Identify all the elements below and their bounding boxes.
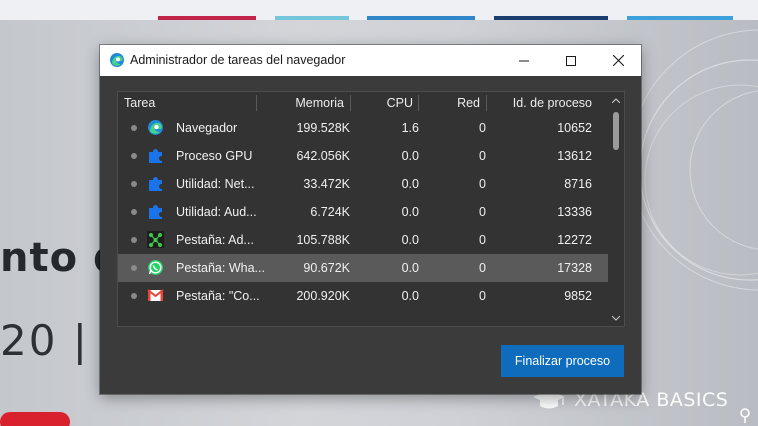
puzzle-icon	[149, 177, 162, 191]
edge-icon	[110, 53, 124, 67]
gmail-icon	[147, 289, 164, 301]
cell-memory: 105.788K	[296, 233, 350, 247]
minimize-button[interactable]	[501, 45, 547, 76]
background-tab-underline	[367, 16, 475, 20]
minimize-icon	[519, 60, 529, 61]
expand-dot[interactable]	[131, 293, 137, 299]
cell-memory: 200.920K	[296, 289, 350, 303]
expand-dot[interactable]	[131, 209, 137, 215]
cell-process-id: 13612	[557, 149, 592, 163]
cell-memory: 6.724K	[310, 205, 350, 219]
cell-cpu: 0.0	[401, 289, 419, 303]
process-table: Tarea Memoria CPU Red Id. de proceso Nav…	[117, 91, 625, 327]
table-row[interactable]: Submarco: ht...	[118, 310, 609, 326]
cell-task-name: Navegador	[176, 121, 238, 135]
puzzle-icon	[149, 205, 162, 219]
column-divider[interactable]	[350, 95, 351, 111]
background-red-button	[0, 412, 70, 426]
close-button[interactable]	[595, 45, 641, 76]
chevron-up-icon	[612, 97, 620, 103]
background-tab-underline	[494, 16, 608, 20]
network-tree-icon	[147, 231, 164, 248]
column-header-memory[interactable]: Memoria	[295, 96, 344, 110]
cell-task-name: Utilidad: Aud...	[176, 205, 257, 219]
scrollbar-thumb[interactable]	[613, 112, 619, 150]
cell-memory: 90.672K	[303, 261, 350, 275]
puzzle-icon	[149, 149, 162, 163]
cell-process-id: 8716	[564, 177, 592, 191]
task-manager-window: Administrador de tareas del navegador Ta…	[100, 45, 641, 394]
column-divider[interactable]	[486, 95, 487, 111]
cell-cpu: 0.0	[401, 149, 419, 163]
table-row[interactable]: Utilidad: Net... 33.472K 0.0 0 8716	[118, 170, 609, 198]
table-row[interactable]: Navegador 199.528K 1.6 0 10652	[118, 114, 609, 142]
expand-dot[interactable]	[131, 125, 137, 131]
cell-network: 0	[479, 205, 486, 219]
table-row[interactable]: Pestaña: Wha... 90.672K 0.0 0 17328	[118, 254, 609, 282]
chevron-down-icon	[612, 315, 620, 321]
table-row[interactable]: Proceso GPU 642.056K 0.0 0 13612	[118, 142, 609, 170]
column-divider[interactable]	[256, 95, 257, 111]
cell-cpu: 1.6	[401, 121, 419, 135]
cell-task-name: Proceso GPU	[176, 149, 253, 163]
cell-task-name: Pestaña: Wha...	[176, 261, 265, 275]
location-pin-icon	[740, 408, 750, 423]
cell-task-name: Utilidad: Net...	[176, 177, 255, 191]
edge-icon	[148, 120, 163, 135]
table-header: Tarea Memoria CPU Red Id. de proceso	[118, 92, 609, 114]
cell-cpu: 0.0	[401, 177, 419, 191]
cell-process-id: 12272	[557, 233, 592, 247]
cell-network: 0	[479, 233, 486, 247]
cell-process-id: 17328	[557, 261, 592, 275]
cell-network: 0	[479, 177, 486, 191]
cell-process-id: 9852	[564, 289, 592, 303]
table-row[interactable]: Pestaña: "Co... 200.920K 0.0 0 9852	[118, 282, 609, 310]
column-header-cpu[interactable]: CPU	[387, 96, 413, 110]
cell-process-id: 10652	[557, 121, 592, 135]
cell-network: 0	[479, 121, 486, 135]
table-row[interactable]: Utilidad: Aud... 6.724K 0.0 0 13336	[118, 198, 609, 226]
column-header-task[interactable]: Tarea	[124, 96, 155, 110]
background-tab-underline	[275, 16, 349, 20]
maximize-icon	[566, 55, 576, 66]
column-divider[interactable]	[418, 95, 419, 111]
whatsapp-icon	[148, 260, 163, 275]
column-header-process-id[interactable]: Id. de proceso	[513, 96, 592, 110]
cell-memory: 33.472K	[303, 177, 350, 191]
cell-memory: 199.528K	[296, 121, 350, 135]
close-icon	[612, 55, 624, 66]
cell-network: 0	[479, 261, 486, 275]
cell-network: 0	[479, 149, 486, 163]
vertical-scrollbar[interactable]	[608, 92, 624, 326]
cell-task-name: Pestaña: "Co...	[176, 289, 260, 303]
cell-cpu: 0.0	[401, 205, 419, 219]
cell-cpu: 0.0	[401, 233, 419, 247]
cell-process-id: 13336	[557, 205, 592, 219]
scroll-down-button[interactable]	[608, 310, 624, 326]
window-title: Administrador de tareas del navegador	[130, 53, 346, 67]
title-bar[interactable]: Administrador de tareas del navegador	[100, 45, 641, 76]
table-row[interactable]: Pestaña: Ad... 105.788K 0.0 0 12272	[118, 226, 609, 254]
background-tab-underline	[158, 16, 256, 20]
maximize-button[interactable]	[548, 45, 594, 76]
cell-memory: 642.056K	[296, 149, 350, 163]
expand-dot[interactable]	[131, 153, 137, 159]
end-process-button[interactable]: Finalizar proceso	[501, 345, 624, 377]
column-header-network[interactable]: Red	[457, 96, 480, 110]
scroll-up-button[interactable]	[608, 92, 624, 108]
cell-task-name: Pestaña: Ad...	[176, 233, 254, 247]
expand-dot[interactable]	[131, 265, 137, 271]
cell-network: 0	[479, 289, 486, 303]
expand-dot[interactable]	[131, 181, 137, 187]
expand-dot[interactable]	[131, 237, 137, 243]
cell-cpu: 0.0	[401, 261, 419, 275]
